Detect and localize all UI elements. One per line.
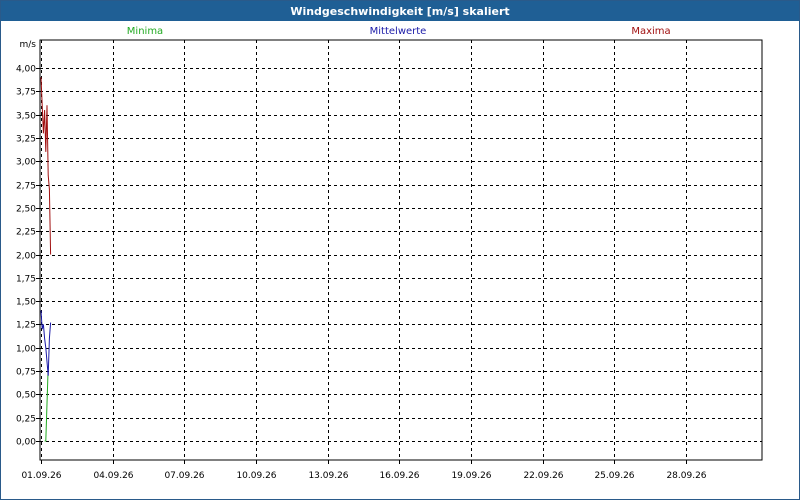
x-tick-label: 19.09.26 bbox=[451, 471, 491, 481]
y-tick-label: 3,75 bbox=[16, 88, 36, 98]
y-tick-label: 1,25 bbox=[16, 321, 36, 331]
y-tick-label: 4,00 bbox=[16, 65, 36, 75]
legend-mittelwerte: Mittelwerte bbox=[370, 26, 427, 37]
x-tick-label: 28.09.26 bbox=[666, 471, 706, 481]
x-tick-label: 04.09.26 bbox=[93, 471, 133, 481]
series-line-minima bbox=[44, 366, 49, 442]
x-tick-label: 10.09.26 bbox=[236, 471, 276, 481]
y-tick-label: 3,00 bbox=[16, 158, 36, 168]
legend-minima: Minima bbox=[127, 26, 163, 37]
y-tick-label: 1,50 bbox=[16, 298, 36, 308]
y-tick-label: 1,00 bbox=[16, 345, 36, 355]
y-tick-label: 3,50 bbox=[16, 112, 36, 122]
plot-frame bbox=[39, 39, 763, 461]
legend-maxima: Maxima bbox=[631, 26, 670, 37]
x-tick-label: 13.09.26 bbox=[308, 471, 348, 481]
wind-speed-chart: 0,00 0,25 0,50 0,75 1,00 1,25 1,50 1,75 2,00 2,25… bbox=[16, 26, 763, 481]
y-axis-unit: m/s bbox=[20, 40, 37, 50]
y-tick-label: 1,75 bbox=[16, 275, 36, 285]
x-tick-label: 22.09.26 bbox=[523, 471, 563, 481]
y-tick-label: 2,75 bbox=[16, 182, 36, 192]
x-tick-label: 25.09.26 bbox=[594, 471, 634, 481]
y-tick-label: 3,25 bbox=[16, 135, 36, 145]
y-tick-label: 0,25 bbox=[16, 415, 36, 425]
y-tick-label: 2,00 bbox=[16, 252, 36, 262]
y-tick-label: 2,25 bbox=[16, 228, 36, 238]
y-tick-label: 2,50 bbox=[16, 205, 36, 215]
x-tick-label: 16.09.26 bbox=[379, 471, 419, 481]
series-line-mittelwerte bbox=[40, 310, 52, 376]
y-tick-label: 0,50 bbox=[16, 391, 36, 401]
x-tick-label: 07.09.26 bbox=[164, 471, 204, 481]
y-tick-label: 0,75 bbox=[16, 368, 36, 378]
y-tick-label: 0,00 bbox=[16, 438, 36, 448]
series-line-maxima bbox=[40, 77, 52, 255]
x-tick-label: 01.09.26 bbox=[21, 471, 61, 481]
